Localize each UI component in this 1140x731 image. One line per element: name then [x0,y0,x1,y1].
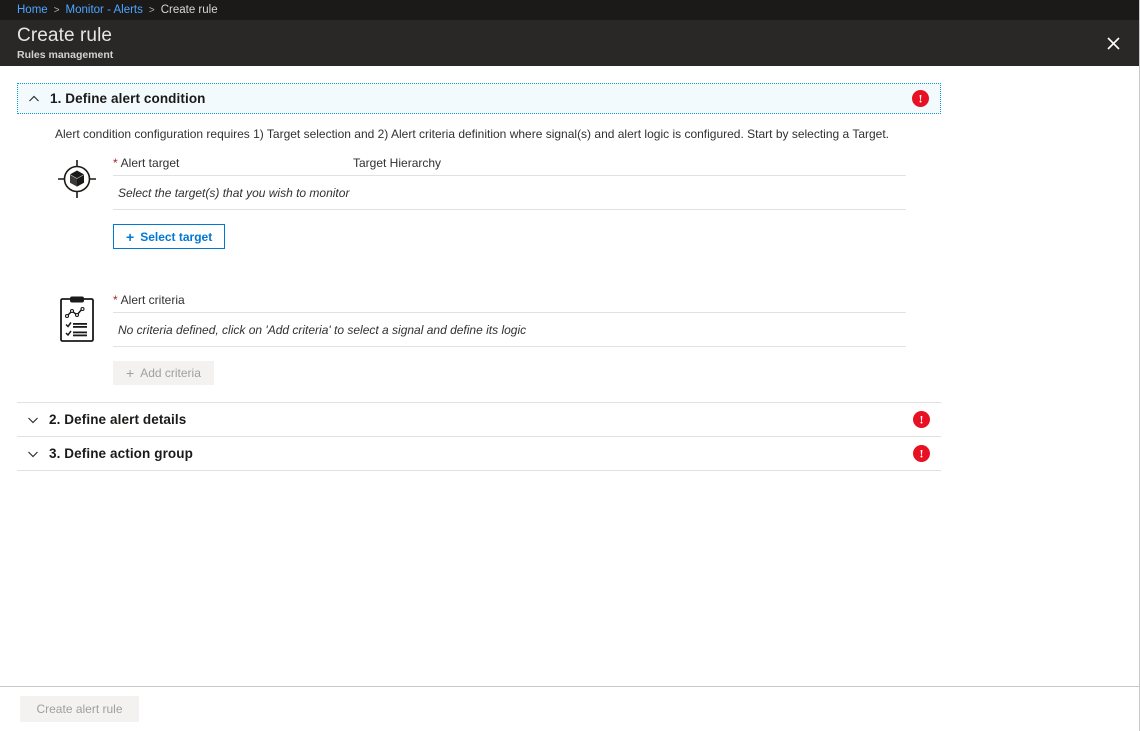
breadcrumb-separator: > [53,4,60,16]
select-target-button[interactable]: + Select target [113,224,226,249]
sections-list: 1. Define alert condition ! Alert condit… [17,83,941,471]
breadcrumb: Home > Monitor - Alerts > Create rule [0,0,1139,20]
required-indicator: * [113,155,118,170]
error-glyph: ! [919,412,924,426]
section-header-define-alert-condition[interactable]: 1. Define alert condition ! [17,83,941,114]
blade-footer: Create alert rule [0,686,1139,731]
error-icon: ! [913,411,930,428]
create-rule-blade: Home > Monitor - Alerts > Create rule Cr… [0,0,1140,731]
close-icon[interactable] [1099,29,1127,57]
chevron-down-icon[interactable] [26,447,40,461]
grid-header-alert-target: * Alert target Target Hierarchy [113,154,906,176]
section-bottom-spacer [17,385,941,403]
field-block-alert-target: * Alert target Target Hierarchy Select th… [55,154,941,249]
breadcrumb-item-current: Create rule [160,4,218,16]
button-row-select-target: + Select target [113,224,906,249]
blade-body: 1. Define alert condition ! Alert condit… [0,66,1139,686]
section-header-left: 2. Define alert details [26,412,186,427]
section-title: 1. Define alert condition [50,91,206,106]
page-title: Create rule [17,25,113,46]
grid-header-alert-criteria: * Alert criteria [113,291,906,313]
breadcrumb-separator: > [148,4,155,16]
select-target-button-label: Select target [140,229,213,244]
button-row-add-criteria: + Add criteria [113,361,906,385]
error-glyph: ! [918,91,923,105]
add-criteria-button-label: Add criteria [140,366,201,380]
field-main-alert-criteria: * Alert criteria No criteria defined, cli… [113,291,906,385]
field-main-alert-target: * Alert target Target Hierarchy Select th… [113,154,906,249]
blade-header: Create rule Rules management [0,20,1139,66]
error-icon: ! [912,90,929,107]
add-criteria-button[interactable]: + Add criteria [113,361,214,385]
section-header-define-action-group[interactable]: 3. Define action group ! [17,436,941,471]
error-glyph: ! [919,446,924,460]
empty-state-alert-criteria: No criteria defined, click on 'Add crite… [113,313,906,347]
criteria-clipboard-icon [55,291,113,385]
page-subtitle: Rules management [17,49,114,61]
title-group: Create rule Rules management [17,24,113,62]
breadcrumb-item-monitor-alerts[interactable]: Monitor - Alerts [66,4,143,16]
section-title: 2. Define alert details [49,412,187,427]
create-alert-rule-button[interactable]: Create alert rule [20,696,139,722]
section-title: 3. Define action group [49,446,193,461]
plus-icon: + [126,365,135,381]
chevron-down-icon[interactable] [26,413,40,427]
empty-state-alert-target: Select the target(s) that you wish to mo… [113,176,906,210]
section-header-left: 1. Define alert condition [27,91,206,106]
section-header-define-alert-details[interactable]: 2. Define alert details ! [17,402,941,437]
target-resource-icon [55,154,113,249]
required-indicator: * [113,292,118,307]
column-header-alert-target: * Alert target [113,155,180,170]
plus-icon: + [126,228,135,245]
chevron-up-icon[interactable] [27,92,41,106]
column-header-alert-criteria: * Alert criteria [113,292,185,307]
field-block-alert-criteria: * Alert criteria No criteria defined, cli… [55,291,941,385]
column-header-target-hierarchy: Target Hierarchy [353,155,442,170]
section-intro-text: Alert condition configuration requires 1… [55,127,889,141]
section-header-left: 3. Define action group [26,446,193,461]
section-content-define-alert-condition: Alert condition configuration requires 1… [17,114,941,403]
breadcrumb-item-home[interactable]: Home [17,4,48,16]
error-icon: ! [913,445,930,462]
field-spacer [17,249,941,279]
